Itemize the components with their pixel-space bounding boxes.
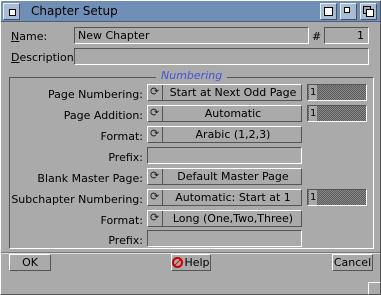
description-label: Description: — [11, 51, 78, 64]
subchapter-format-value: Long (One,Two,Three) — [172, 212, 294, 225]
cycle-icon — [148, 168, 163, 184]
subchapter-prefix-field[interactable] — [147, 230, 302, 247]
subchapter-numbering-number-value: 1 — [309, 190, 318, 205]
page-addition-cycle[interactable]: Automatic — [147, 105, 302, 122]
blank-master-page-label: Blank Master Page: — [37, 172, 143, 185]
subchapter-numbering-label: Subchapter Numbering: — [11, 193, 143, 206]
help-icon — [172, 257, 184, 268]
subchapter-prefix-label: Prefix: — [108, 234, 143, 247]
number-field[interactable]: 1 — [324, 27, 369, 44]
zoom-icon[interactable] — [320, 3, 337, 20]
prefix-field[interactable] — [147, 147, 302, 164]
help-button-label: Help — [184, 256, 210, 269]
number-label: # — [312, 30, 322, 43]
help-button[interactable]: Help — [171, 254, 211, 271]
subchapter-numbering-number[interactable]: 1 — [307, 189, 367, 206]
cycle-icon — [148, 105, 163, 121]
subchapter-numbering-cycle[interactable]: Automatic: Start at 1 — [147, 189, 302, 206]
cycle-icon — [148, 210, 163, 226]
page-numbering-number[interactable]: 1 — [307, 84, 367, 101]
page-addition-number-value: 1 — [309, 106, 318, 121]
description-field[interactable] — [74, 48, 369, 65]
subchapter-numbering-value: Automatic: Start at 1 — [175, 191, 291, 204]
chapter-setup-window: Chapter Setup Name: New Chapter # 1 Desc… — [0, 0, 381, 295]
subchapter-format-cycle[interactable]: Long (One,Two,Three) — [147, 210, 302, 227]
format-label: Format: — [100, 130, 143, 143]
cycle-icon — [148, 189, 163, 205]
page-addition-label: Page Addition: — [63, 109, 143, 122]
iconify-icon[interactable] — [340, 3, 357, 20]
title-bar[interactable]: Chapter Setup — [1, 1, 380, 22]
cancel-button[interactable]: Cancel — [332, 254, 373, 271]
name-field[interactable]: New Chapter — [74, 27, 309, 44]
format-value: Arabic (1,2,3) — [195, 128, 271, 141]
depth-icon[interactable] — [360, 3, 377, 20]
cycle-icon — [148, 84, 163, 100]
subchapter-format-label: Format: — [100, 214, 143, 227]
format-cycle[interactable]: Arabic (1,2,3) — [147, 126, 302, 143]
name-label: Name: — [11, 30, 48, 43]
ok-button[interactable]: OK — [9, 254, 51, 271]
resize-handle[interactable] — [368, 282, 380, 294]
page-addition-value: Automatic — [204, 107, 262, 120]
numbering-group-title: Numbering — [156, 69, 228, 82]
blank-master-page-cycle[interactable]: Default Master Page — [147, 168, 302, 185]
page-numbering-number-value: 1 — [309, 85, 318, 100]
page-addition-number[interactable]: 1 — [307, 105, 367, 122]
blank-master-page-value: Default Master Page — [177, 170, 289, 183]
window-title: Chapter Setup — [31, 4, 118, 18]
prefix-label: Prefix: — [108, 151, 143, 164]
page-numbering-label: Page Numbering: — [47, 88, 143, 101]
page-numbering-cycle[interactable]: Start at Next Odd Page — [147, 84, 302, 101]
cycle-icon — [148, 126, 163, 142]
close-icon[interactable] — [3, 3, 20, 20]
page-numbering-value: Start at Next Odd Page — [169, 86, 297, 99]
